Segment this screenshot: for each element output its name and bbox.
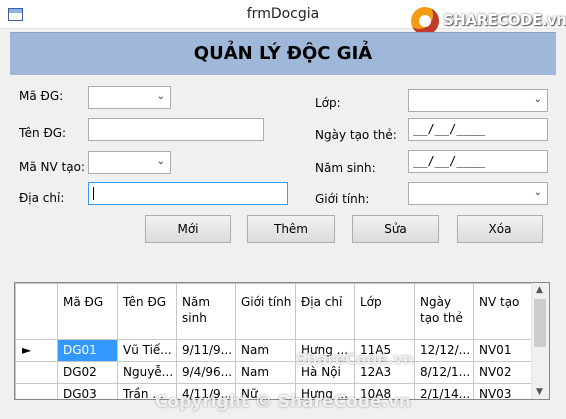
xoa-button[interactable]: Xóa (457, 215, 543, 243)
column-header-dia-chi[interactable]: Địa chỉ (295, 283, 355, 340)
text-caret (93, 187, 94, 200)
grid-cell[interactable]: 9/11/9... (176, 339, 236, 362)
ma-nv-tao-label: Mã NV tạo: (19, 160, 85, 174)
sua-button[interactable]: Sửa (352, 215, 439, 243)
grid-cell[interactable]: DG01 (57, 339, 118, 362)
chevron-down-icon[interactable]: ⌄ (157, 156, 165, 167)
gioi-tinh-combobox[interactable]: ⌄ (408, 182, 548, 205)
grid-cell[interactable]: Nguyễ... (117, 361, 177, 384)
ngay-tao-the-input[interactable]: __/__/____ (408, 118, 548, 141)
dia-chi-label: Địa chỉ: (19, 191, 65, 205)
column-header-nam-sinh[interactable]: Năm sinh (176, 283, 236, 340)
grid-corner-cell[interactable] (15, 283, 58, 340)
scrollbar-thumb[interactable] (534, 299, 546, 347)
table-row[interactable]: DG02 Nguyễ... 9/4/96... Nam Hà Nội 12A3 … (15, 361, 534, 384)
them-button[interactable]: Thêm (247, 215, 335, 243)
column-header-gioi-tinh[interactable]: Giới tính (235, 283, 296, 340)
ten-dg-label: Tên ĐG: (19, 126, 67, 140)
nam-sinh-input[interactable]: __/__/____ (408, 150, 548, 173)
ma-nv-tao-combobox[interactable]: ⌄ (88, 151, 171, 174)
column-header-ten-dg[interactable]: Tên ĐG (117, 283, 177, 340)
chevron-down-icon[interactable]: ⌄ (534, 94, 542, 105)
grid-cell[interactable]: NV02 (473, 361, 534, 384)
ngay-tao-the-mask: __/__/____ (413, 122, 486, 136)
watermark-center: ShareCode.vn (296, 350, 414, 368)
scroll-up-arrow-icon[interactable]: ▲ (536, 285, 543, 295)
grid-cell[interactable]: Nam (235, 339, 296, 362)
grid-cell[interactable]: 9/4/96... (176, 361, 236, 384)
grid-cell[interactable]: 12/12/... (414, 339, 474, 362)
grid-cell[interactable]: NV01 (473, 339, 534, 362)
sharecode-logo-text: SHARECODE.vn (443, 11, 566, 29)
moi-button[interactable]: Mới (145, 215, 231, 243)
lop-combobox[interactable]: ⌄ (408, 89, 548, 112)
lop-label: Lớp: (315, 96, 341, 110)
ngay-tao-the-label: Ngày tạo thẻ: (315, 128, 397, 142)
vertical-scrollbar[interactable]: ▲ ▼ (531, 283, 549, 399)
chevron-down-icon[interactable]: ⌄ (534, 187, 542, 198)
column-header-lop[interactable]: Lớp (354, 283, 415, 340)
current-row-indicator-icon[interactable]: ► (15, 339, 58, 362)
chevron-down-icon[interactable]: ⌄ (157, 91, 165, 102)
nam-sinh-mask: __/__/____ (413, 154, 486, 168)
grid-cell[interactable]: Nam (235, 361, 296, 384)
grid-cell[interactable]: Vũ Tiế... (117, 339, 177, 362)
ma-dg-combobox[interactable]: ⌄ (88, 86, 171, 109)
page-title: QUẢN LÝ ĐỘC GIẢ (193, 43, 373, 64)
column-header-ma-dg[interactable]: Mã ĐG (57, 283, 118, 340)
sharecode-logo-icon (411, 7, 439, 35)
column-header-nv-tao[interactable]: NV tạo (473, 283, 534, 340)
grid-cell[interactable]: DG02 (57, 361, 118, 384)
watermark-bottom: Copyright © ShareCode.vn (154, 392, 412, 412)
grid-header-row: Mã ĐG Tên ĐG Năm sinh Giới tính Địa chỉ … (15, 283, 534, 340)
nam-sinh-label: Năm sinh: (315, 161, 376, 175)
header-band: QUẢN LÝ ĐỘC GIẢ (10, 32, 556, 75)
column-header-ngay-tao-the[interactable]: Ngày tạo thẻ (414, 283, 474, 340)
docgia-datagrid[interactable]: Mã ĐG Tên ĐG Năm sinh Giới tính Địa chỉ … (14, 282, 550, 400)
ma-dg-label: Mã ĐG: (19, 89, 64, 103)
table-row[interactable]: ► DG01 Vũ Tiế... 9/11/9... Nam Hưng ... … (15, 339, 534, 362)
gioi-tinh-label: Giới tính: (315, 192, 370, 206)
grid-table: Mã ĐG Tên ĐG Năm sinh Giới tính Địa chỉ … (15, 283, 534, 399)
row-header-cell[interactable] (15, 361, 58, 384)
dia-chi-input[interactable] (88, 182, 288, 205)
ten-dg-input[interactable] (88, 118, 264, 141)
grid-cell[interactable]: 8/12/1... (414, 361, 474, 384)
